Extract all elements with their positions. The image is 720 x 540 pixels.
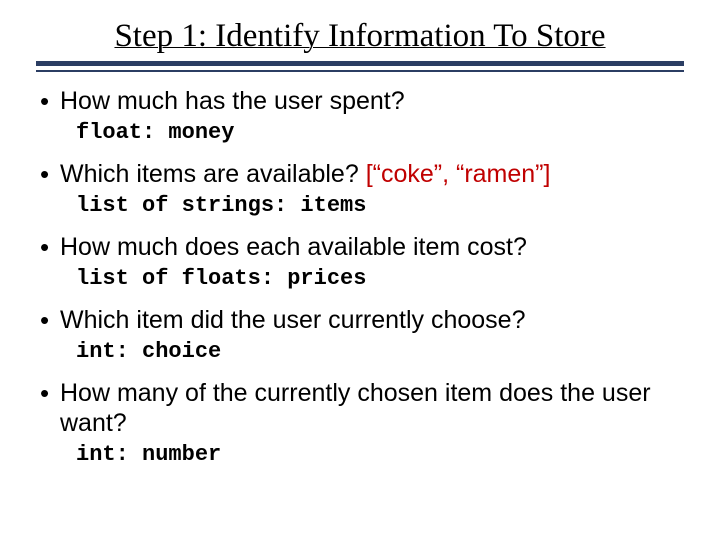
bullet-row: How much does each available item cost? (36, 232, 684, 262)
bullet-extra: [“coke”, “ramen”] (366, 160, 551, 188)
title-rule (36, 61, 684, 72)
list-item: How much does each available item cost? … (36, 232, 684, 291)
list-item: Which items are available? [“coke”, “ram… (36, 159, 684, 218)
bullet-row: Which item did the user currently choose… (36, 305, 684, 335)
bullet-row: How much has the user spent? (36, 86, 684, 116)
list-item: How much has the user spent? float: mone… (36, 86, 684, 145)
bullet-row: Which items are available? [“coke”, “ram… (36, 159, 684, 189)
bullet-question: Which item did the user currently choose… (60, 306, 526, 334)
bullet-question: Which items are available? (60, 160, 366, 188)
bullet-list: How much has the user spent? float: mone… (36, 86, 684, 467)
bullet-question: How many of the currently chosen item do… (60, 379, 651, 437)
bullet-question: How much does each available item cost? (60, 233, 527, 261)
list-item: How many of the currently chosen item do… (36, 378, 684, 467)
bullet-code: float: money (76, 120, 684, 145)
slide: Step 1: Identify Information To Store Ho… (0, 0, 720, 540)
bullet-question: How much has the user spent? (60, 87, 405, 115)
bullet-code: int: number (76, 442, 684, 467)
bullet-code: list of strings: items (76, 193, 684, 218)
bullet-code: list of floats: prices (76, 266, 684, 291)
bullet-code: int: choice (76, 339, 684, 364)
list-item: Which item did the user currently choose… (36, 305, 684, 364)
slide-title: Step 1: Identify Information To Store (36, 18, 684, 55)
bullet-row: How many of the currently chosen item do… (36, 378, 684, 438)
